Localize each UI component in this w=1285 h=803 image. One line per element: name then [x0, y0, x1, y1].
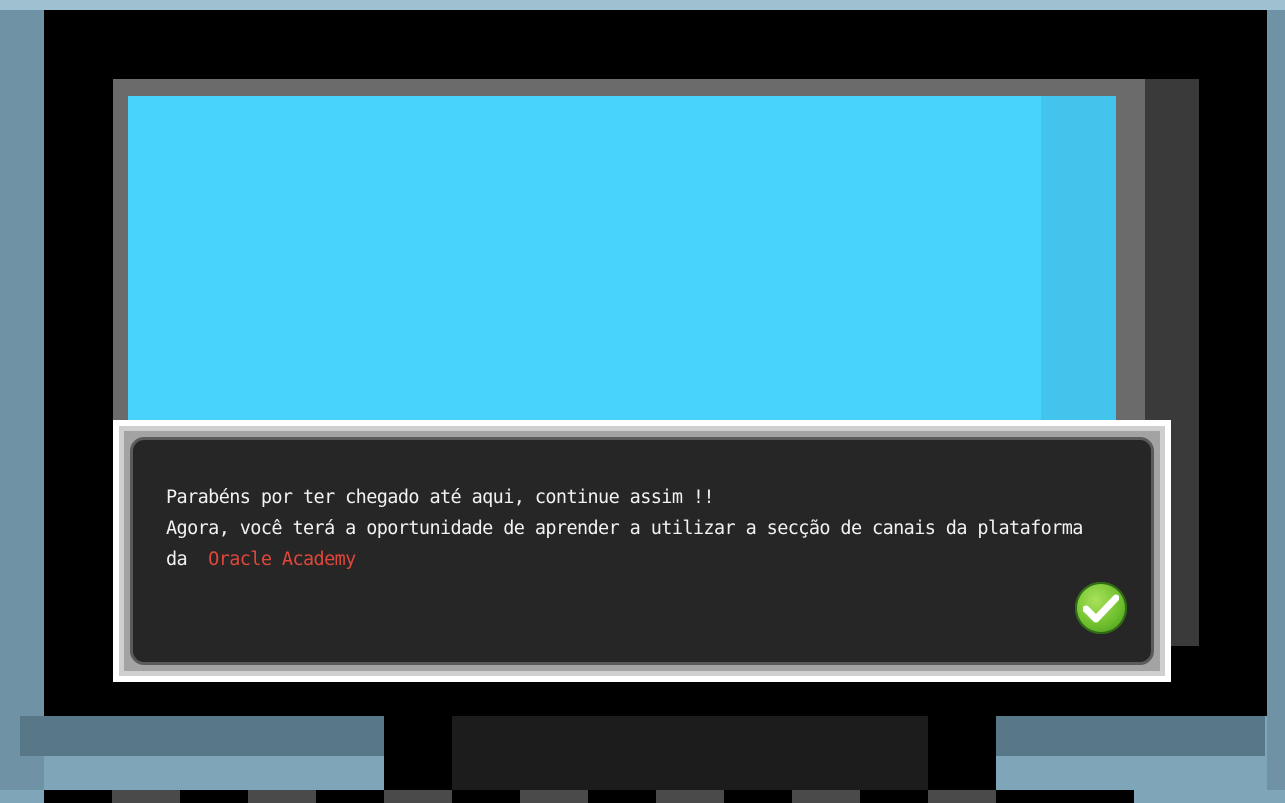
dialog-line-3: da Oracle Academy	[166, 544, 1126, 575]
base-tile	[248, 790, 316, 803]
dialog-line-3-prefix: da	[166, 549, 188, 570]
base-tile	[112, 790, 180, 803]
base-tile	[656, 790, 724, 803]
check-icon	[1083, 594, 1119, 623]
wall-right	[1267, 10, 1285, 790]
base-tile	[928, 790, 996, 803]
confirm-button[interactable]	[1075, 582, 1127, 634]
monitor-screen	[128, 96, 1116, 426]
dialog-line-2: Agora, você terá a oportunidade de apren…	[166, 518, 1083, 539]
oracle-academy-highlight: Oracle Academy	[208, 549, 356, 570]
base-tile	[520, 790, 588, 803]
base-tile	[384, 790, 452, 803]
base-tile	[792, 790, 860, 803]
dialog-message: Parabéns por ter chegado até aqui, conti…	[166, 482, 1126, 575]
wall-top	[0, 0, 1285, 10]
wall-left	[0, 10, 44, 790]
dialog-line-1: Parabéns por ter chegado até aqui, conti…	[166, 487, 715, 508]
game-scene: Parabéns por ter chegado até aqui, conti…	[0, 0, 1285, 803]
monitor-screen-edge	[1041, 96, 1116, 426]
